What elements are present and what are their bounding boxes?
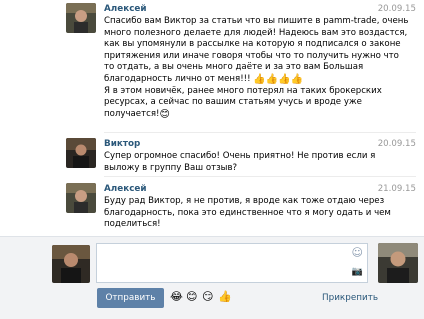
message-line: благодарность лично от меня!!! 👍👍👍👍 (104, 74, 416, 86)
smile-emoji-icon[interactable]: 😊 (186, 291, 197, 303)
message-history: Алексей 20.09.15 Спасибо вам Виктор за с… (0, 0, 424, 236)
smile-icon: 😊 (159, 108, 170, 120)
message-text: Буду рад Виктор, я не против, я вроде ка… (104, 196, 416, 231)
thumbs-up-icon: 👍 (265, 73, 279, 85)
message-line: поделиться! (104, 219, 161, 230)
message-date: 21.09.15 (377, 184, 416, 194)
message-divider (104, 132, 416, 133)
message-line: получается!😊 (104, 109, 416, 121)
message-line: Супер огромное спасибо! Очень приятно! Н… (104, 151, 376, 161)
thumbs-up-icon: 👍 (253, 73, 266, 85)
avatar[interactable] (66, 3, 96, 33)
message-divider (104, 176, 416, 177)
message-line: то отдать, а вы очень много даёте и за э… (104, 62, 364, 73)
message-line: ресурсах, а сейчас по вашим статьям учус… (104, 97, 362, 108)
message-line: как вы упомянули в рассылке на которую я… (104, 39, 401, 50)
attach-button[interactable]: Прикрепить (322, 293, 378, 303)
recipient-avatar[interactable] (378, 243, 418, 283)
message-line: Буду рад Виктор, я не против, я вроде ка… (104, 196, 385, 206)
thumbs-up-emoji-icon[interactable]: 👍 (218, 291, 232, 303)
message-author[interactable]: Виктор (104, 139, 140, 149)
message-input[interactable]: ☺ 📷 (96, 243, 368, 283)
thumbs-up-icon: 👍 (278, 73, 291, 85)
message-line: Я в этом новичёк, ранее много потерял на… (104, 85, 382, 96)
my-avatar[interactable] (52, 245, 90, 283)
camera-icon[interactable]: 📷 (352, 267, 363, 278)
emoji-picker-icon[interactable]: ☺ (352, 247, 363, 258)
laughing-emoji-icon[interactable]: 😂 (170, 291, 183, 303)
message-line-text: получается! (104, 108, 160, 119)
message-line-text: благодарность лично от меня!!! (104, 73, 251, 84)
message-line: притяжения или иначе говоря чтобы что то… (104, 50, 399, 61)
message-text: Спасибо вам Виктор за статьи что вы пиши… (104, 16, 416, 120)
message-date: 20.09.15 (377, 139, 416, 149)
avatar[interactable] (66, 138, 96, 168)
message-line: много полезного делаете для людей! Надею… (104, 27, 408, 38)
message-author[interactable]: Алексей (104, 184, 147, 194)
message-line: выложу в группу Ваш отзыв? (104, 162, 238, 173)
thumbs-up-icon: 👍 (290, 73, 304, 85)
message-text: Супер огромное спасибо! Очень приятно! Н… (104, 151, 416, 174)
message-line: благодарность, пока это единственное что… (104, 207, 391, 218)
avatar[interactable] (66, 183, 96, 213)
message-date: 20.09.15 (377, 4, 416, 14)
dialog-window: Алексей 20.09.15 Спасибо вам Виктор за с… (0, 0, 424, 319)
reply-composer: ☺ 📷 Отправить 😂 😊 😏 👍 Прикрепить (0, 236, 424, 319)
smirk-emoji-icon[interactable]: 😏 (202, 291, 213, 303)
message-author[interactable]: Алексей (104, 4, 147, 14)
send-button[interactable]: Отправить (97, 288, 164, 308)
message-line: Спасибо вам Виктор за статьи что вы пиши… (104, 16, 409, 26)
